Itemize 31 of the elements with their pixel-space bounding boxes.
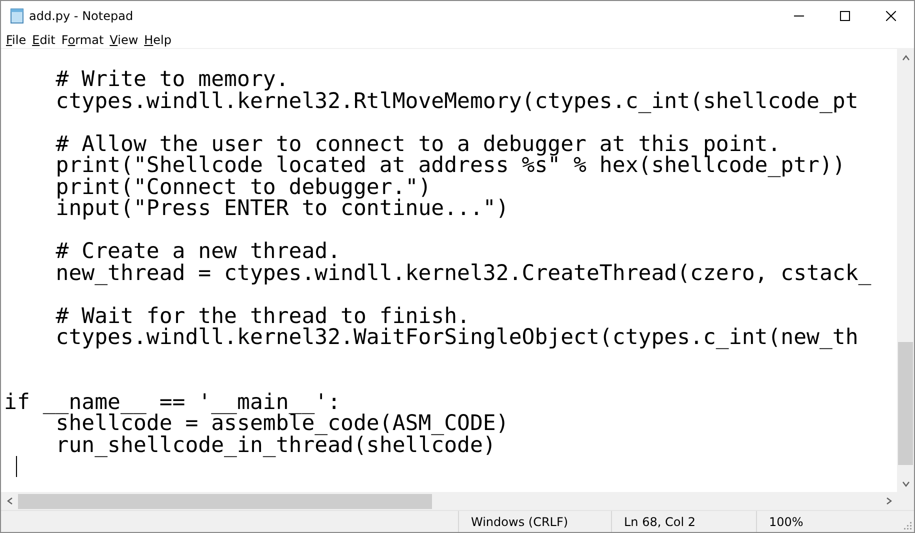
scrollbar-thumb[interactable] [898, 342, 913, 465]
menu-item[interactable]: Help [141, 32, 175, 46]
vertical-scrollbar[interactable] [897, 49, 914, 492]
code-line: # Allow the user to connect to a debugger at this point. [54, 134, 781, 155]
notepad-icon [9, 8, 25, 24]
status-text: Ln 68, Col 2 [611, 511, 756, 532]
resize-grip-icon [902, 520, 912, 530]
code-line: print("Shellcode located at address %s" % hex(shellcode_ptr)) [54, 155, 846, 176]
text-cursor [16, 456, 17, 477]
close-icon [886, 11, 896, 21]
code-line: if __name__ == '__main__': [4, 392, 341, 413]
maximize-icon [840, 11, 850, 21]
menu-item[interactable]: View [106, 32, 142, 46]
scrollbar-thumb[interactable] [18, 494, 432, 508]
menu-item[interactable]: File [3, 32, 30, 46]
status-text: 100% [756, 511, 896, 532]
code-line: new_thread = ctypes.windll.kernel32.CreateThread(czero, cstack_ [54, 262, 872, 284]
code-line: ctypes.windll.kernel32.WaitForSingleObject(ctypes.c_int(new_th [54, 327, 858, 348]
code-line: # Create a new thread. [54, 241, 341, 262]
code-line: run_shellcode_in_thread(shellcode) [54, 434, 496, 456]
menu-item[interactable]: Edit [29, 32, 58, 46]
code-line: # Write to memory. [54, 69, 289, 90]
menu-item[interactable]: Format [58, 32, 107, 46]
window-title: add.py - Notepad [29, 9, 134, 23]
code-line: # Wait for the thread to finish. [54, 306, 470, 327]
code-line: ctypes.windll.kernel32.RtlMoveMemory(ctypes.c_int(shellcode_pt [54, 90, 858, 112]
horizontal-scrollbar[interactable] [1, 492, 897, 510]
code-line: input("Press ENTER to continue...") [54, 198, 509, 220]
code-line: shellcode = assemble_code(ASM_CODE) [56, 413, 509, 434]
status-text: Windows (CRLF) [458, 511, 611, 532]
code-line: print("Connect to debugger.") [54, 176, 432, 198]
